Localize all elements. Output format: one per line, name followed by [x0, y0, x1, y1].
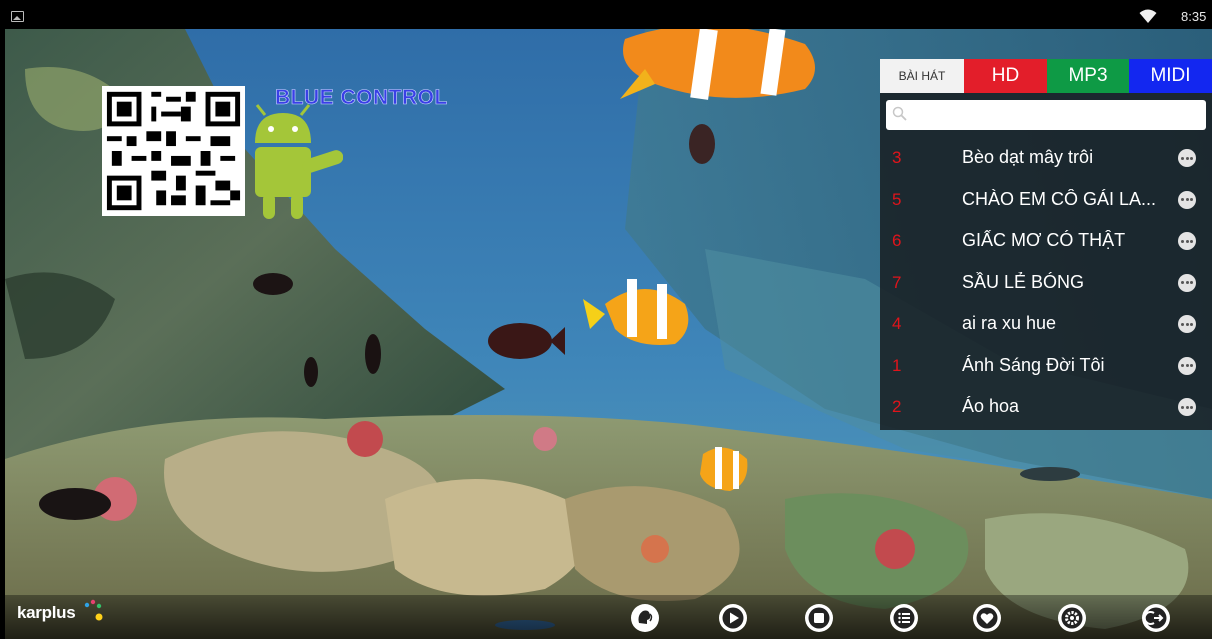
song-title: CHÀO EM CÔ GÁI LA...	[962, 188, 1157, 209]
list-item[interactable]: 1 Ánh Sáng Đời Tôi	[880, 346, 1212, 388]
qr-code-icon	[102, 86, 245, 216]
song-number: 7	[892, 272, 902, 292]
song-number: 5	[892, 189, 902, 209]
tab-songs[interactable]: BÀI HÁT	[880, 59, 964, 93]
song-panel: BÀI HÁT HD MP3 MIDI 3 Bèo dạt mây trôi 5…	[880, 59, 1212, 430]
bottom-control-bar: karplus	[5, 595, 1212, 639]
status-bar: 8:35	[5, 5, 1212, 29]
wifi-icon	[1139, 9, 1157, 23]
logo-text: karplus	[17, 603, 76, 622]
song-type-tabs: BÀI HÁT HD MP3 MIDI	[880, 59, 1212, 93]
song-title: GIẤC MƠ CÓ THẬT	[962, 230, 1126, 250]
exit-button[interactable]	[1141, 603, 1171, 633]
song-number: 2	[892, 397, 902, 416]
search-input[interactable]	[886, 100, 1206, 130]
list-item[interactable]: 5 CHÀO EM CÔ GÁI LA...	[880, 180, 1212, 222]
song-number: 1	[892, 355, 902, 375]
blue-control-label: BLUE CONTROL	[275, 86, 448, 110]
list-item[interactable]: 2 Áo hoa	[880, 387, 1212, 429]
tab-midi[interactable]: MIDI	[1129, 59, 1212, 93]
list-item[interactable]: 7 SẦU LẺ BÓNG	[880, 263, 1212, 305]
logo-dots-icon	[84, 599, 103, 621]
playlist-button[interactable]	[889, 603, 919, 633]
karplus-logo: karplus	[17, 599, 103, 623]
more-options-icon[interactable]	[1178, 149, 1196, 167]
song-number: 3	[892, 148, 902, 167]
play-icon	[719, 604, 747, 632]
android-icon	[255, 104, 343, 219]
search-icon	[892, 106, 907, 121]
song-list: 3 Bèo dạt mây trôi 5 CHÀO EM CÔ GÁI LA..…	[880, 138, 1212, 429]
image-icon	[11, 11, 24, 22]
tab-hd[interactable]: HD	[964, 59, 1047, 93]
song-title: Bèo dạt mây trôi	[962, 147, 1094, 167]
playlist-icon	[890, 604, 918, 632]
list-item[interactable]: 6 GIẤC MƠ CÓ THẬT	[880, 221, 1212, 263]
settings-icon	[1058, 604, 1086, 632]
karaoke-screen: 8:35 BLUE CONTROL BÀI HÁT HD MP3 MIDI 3 …	[5, 5, 1212, 639]
list-item[interactable]: 4 ai ra xu hue	[880, 304, 1212, 346]
more-options-icon[interactable]	[1178, 232, 1196, 250]
song-title: Ánh Sáng Đời Tôi	[962, 354, 1105, 375]
more-options-icon[interactable]	[1178, 356, 1196, 375]
more-options-icon[interactable]	[1178, 190, 1196, 209]
play-button[interactable]	[718, 603, 748, 633]
song-number: 6	[892, 231, 902, 250]
more-options-icon[interactable]	[1178, 315, 1196, 333]
settings-button[interactable]	[1057, 603, 1087, 633]
stop-icon	[805, 604, 833, 632]
favorite-button[interactable]	[972, 603, 1002, 633]
song-title: SẦU LẺ BÓNG	[962, 271, 1085, 292]
exit-icon	[1142, 604, 1170, 632]
tab-mp3[interactable]: MP3	[1047, 59, 1129, 93]
favorite-icon	[973, 604, 1001, 632]
list-item[interactable]: 3 Bèo dạt mây trôi	[880, 138, 1212, 180]
more-options-icon[interactable]	[1178, 273, 1196, 292]
vocal-button[interactable]	[630, 603, 660, 633]
stop-button[interactable]	[804, 603, 834, 633]
vocal-icon	[631, 604, 659, 632]
song-number: 4	[892, 314, 902, 333]
more-options-icon[interactable]	[1178, 398, 1196, 416]
song-title: Áo hoa	[962, 396, 1020, 416]
song-title: ai ra xu hue	[962, 313, 1057, 333]
status-time: 8:35	[1181, 9, 1207, 24]
